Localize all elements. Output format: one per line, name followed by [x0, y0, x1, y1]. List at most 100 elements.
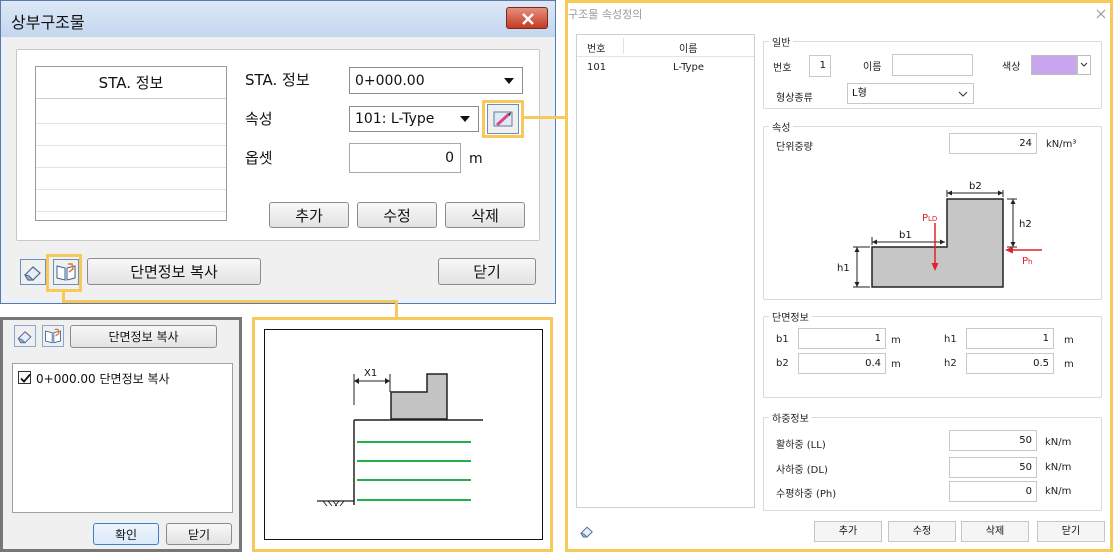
- copy-dialog: 단면정보 복사 0+000.00 단면정보 복사 확인 닫기: [0, 317, 242, 552]
- diagram-b1: b1: [899, 230, 912, 241]
- color-label: 색상: [1002, 62, 1021, 73]
- structure-list[interactable]: 번호 이름 101 L-Type: [576, 34, 755, 508]
- attr-label: 속성: [245, 110, 273, 128]
- property-eraser-button[interactable]: [578, 522, 596, 540]
- table-row: [36, 189, 226, 190]
- color-dropdown-button[interactable]: [1077, 55, 1091, 75]
- l-shape: [871, 198, 1004, 288]
- sta-label: STA. 정보: [245, 71, 310, 89]
- b2-unit: m: [891, 359, 901, 370]
- sta-select[interactable]: 0+000.00: [349, 67, 523, 94]
- copy-section-button[interactable]: 단면정보 복사: [87, 258, 261, 285]
- table-row: [36, 123, 226, 124]
- unit-weight-value: 24: [1019, 138, 1032, 149]
- connector-line: [62, 300, 398, 303]
- dead-load-label: 사하중 (DL): [776, 465, 828, 476]
- connector-line: [523, 116, 567, 119]
- diagram-ph-sub: h: [1028, 258, 1032, 266]
- b2-input[interactable]: 0.4: [798, 353, 886, 374]
- section-group-title: 단면정보: [769, 309, 812, 324]
- ok-button[interactable]: 확인: [93, 523, 159, 545]
- eraser-button[interactable]: [20, 259, 46, 285]
- sta-table[interactable]: STA. 정보: [35, 66, 227, 221]
- close-button[interactable]: 닫기: [438, 258, 536, 285]
- add-button[interactable]: 추가: [269, 202, 349, 228]
- h1-input[interactable]: 1: [966, 328, 1054, 349]
- list-item[interactable]: 0+000.00 단면정보 복사: [16, 368, 226, 388]
- h2-value: 0.5: [1033, 358, 1049, 369]
- list-header: 번호 이름: [577, 35, 754, 57]
- property-edit-button[interactable]: 수정: [888, 521, 956, 542]
- chevron-down-icon: [460, 116, 470, 122]
- h1-label: h1: [944, 334, 957, 345]
- live-load-input[interactable]: 50: [949, 430, 1037, 451]
- eraser-icon: [23, 266, 41, 281]
- shape-label: 형상종류: [776, 93, 813, 104]
- shape-value: L형: [852, 88, 867, 99]
- h1-unit: m: [1064, 335, 1074, 346]
- b2-value: 0.4: [865, 358, 881, 369]
- close-icon: [1096, 9, 1106, 19]
- attr-select-value: 101: L-Type: [355, 111, 435, 127]
- horiz-load-input[interactable]: 0: [949, 481, 1037, 502]
- name-input[interactable]: [892, 54, 973, 76]
- b2-label: b2: [776, 358, 789, 369]
- offset-input[interactable]: 0: [349, 143, 461, 173]
- diagram-h1: h1: [837, 263, 850, 274]
- book-icon: [45, 328, 61, 344]
- copy-section-button[interactable]: 단면정보 복사: [70, 325, 217, 348]
- b1-label: b1: [776, 334, 789, 345]
- attribute-group-title: 속성: [769, 119, 794, 134]
- shape-select[interactable]: L형: [847, 83, 974, 104]
- preview-dim-label: X1: [364, 368, 377, 379]
- edit-button[interactable]: 수정: [357, 202, 437, 228]
- copy-item-label: 0+000.00 단면정보 복사: [36, 372, 170, 386]
- copy-close-button[interactable]: 닫기: [166, 523, 232, 545]
- checkmark-icon: [20, 373, 31, 383]
- live-load-label: 활하중 (LL): [776, 440, 826, 451]
- highlight-copy-icon: [46, 254, 82, 292]
- unit-weight-unit: kN/m³: [1046, 139, 1077, 150]
- diagram-pld-sub: LD: [928, 215, 937, 223]
- h2-input[interactable]: 0.5: [966, 353, 1054, 374]
- preview-drawing: X1: [317, 368, 483, 507]
- sta-select-value: 0+000.00: [355, 72, 425, 89]
- property-close-button[interactable]: [1094, 7, 1108, 21]
- table-row: [36, 145, 226, 146]
- diagram-b2: b2: [969, 181, 982, 192]
- copy-list: 0+000.00 단면정보 복사: [12, 363, 233, 513]
- chevron-down-icon: [504, 77, 514, 84]
- unit-weight-input[interactable]: 24: [949, 133, 1037, 154]
- property-add-button[interactable]: 추가: [814, 521, 882, 542]
- list-item[interactable]: 101 L-Type: [577, 59, 754, 77]
- property-dialog: 구조물 속성정의 번호 이름 101 L-Type 일반 번호 1 이름 색상 …: [565, 0, 1113, 552]
- no-input[interactable]: 1: [809, 55, 831, 77]
- b1-value: 1: [874, 333, 881, 344]
- chevron-down-icon: [1080, 62, 1088, 67]
- b1-unit: m: [891, 335, 901, 346]
- h2-unit: m: [1064, 359, 1074, 370]
- preview-panel: X1: [252, 317, 553, 552]
- close-window-button[interactable]: [506, 7, 548, 29]
- offset-label: 옵셋: [245, 149, 273, 167]
- dead-load-input[interactable]: 50: [949, 457, 1037, 478]
- eraser-icon: [580, 526, 593, 538]
- dead-load-value: 50: [1019, 462, 1032, 473]
- horiz-load-unit: kN/m: [1045, 486, 1072, 497]
- property-close-action-button[interactable]: 닫기: [1037, 521, 1105, 542]
- offset-unit: m: [469, 151, 483, 167]
- copy-eraser-button[interactable]: [14, 325, 36, 347]
- diagram-pld: PLD: [922, 213, 937, 224]
- live-load-unit: kN/m: [1045, 437, 1072, 448]
- attr-select[interactable]: 101: L-Type: [349, 106, 479, 132]
- b1-input[interactable]: 1: [798, 328, 886, 349]
- color-swatch[interactable]: [1031, 55, 1077, 75]
- horiz-load-value: 0: [1025, 486, 1032, 497]
- copy-item-checkbox[interactable]: [18, 371, 31, 384]
- dead-load-unit: kN/m: [1045, 462, 1072, 473]
- name-label: 이름: [863, 62, 882, 73]
- no-value: 1: [819, 60, 826, 71]
- copy-book-button[interactable]: [42, 325, 64, 347]
- property-delete-button[interactable]: 삭제: [961, 521, 1029, 542]
- delete-button[interactable]: 삭제: [445, 202, 525, 228]
